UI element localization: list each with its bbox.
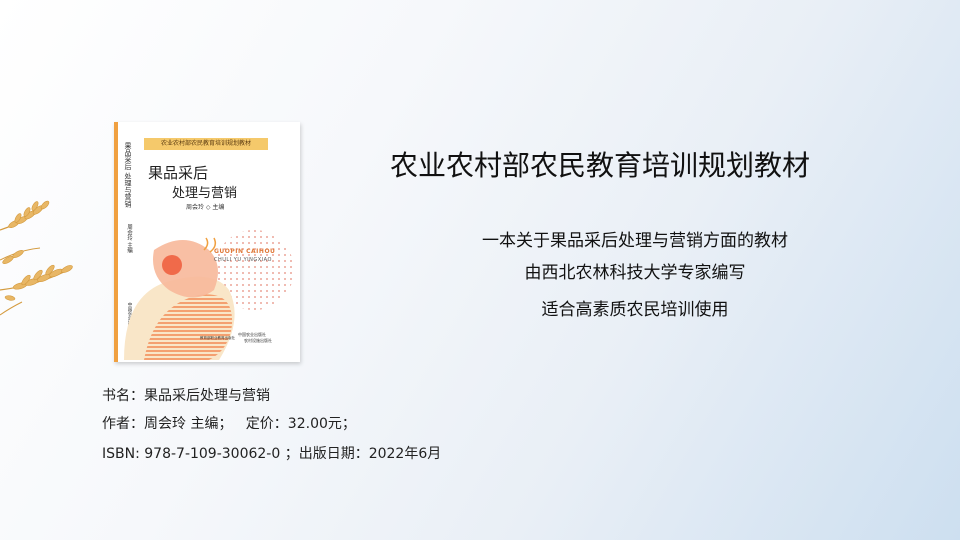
description-line-2: 由西北农林科技大学专家编写 [524,263,746,283]
book-info-isbn-date: ISBN: 978-7-109-30062-0 ；出版日期：2022年6月 [102,446,442,462]
slide-title: 农业农村部农民教育培训规划教材 [390,149,811,182]
book-cover: 果品采后 处理与营销 周会玲 主编 中国农业出版社 农业农村部农民教育培训规划教… [114,122,300,362]
description-line-1: 一本关于果品采后处理与营销方面的教材 [482,231,788,251]
description-line-3: 适合高素质农民培训使用 [541,300,729,320]
cover-publisher-right-2: 农村设施出版社 [244,338,272,343]
cover-spine-title: 果品采后 处理与营销 [124,142,132,208]
book-info-author-price: 作者：周会玲 主编； 定价：32.00元； [102,416,356,432]
cover-publisher-left: 教育部职业教育出版社 [200,336,235,340]
cover-title-line1: 果品采后 [148,164,209,182]
cover-series-label: 农业农村部农民教育培训规划教材 [144,138,268,150]
cover-pinyin-line2: CHULI YU YINGXIAO [214,257,272,263]
cover-pinyin-line1: GUOPIN CAIHOU [214,248,276,255]
book-info-title: 书名：果品采后处理与营销 [102,388,270,404]
cover-title-line2: 处理与营销 [172,186,238,201]
wheat-decoration-icon [0,200,73,316]
